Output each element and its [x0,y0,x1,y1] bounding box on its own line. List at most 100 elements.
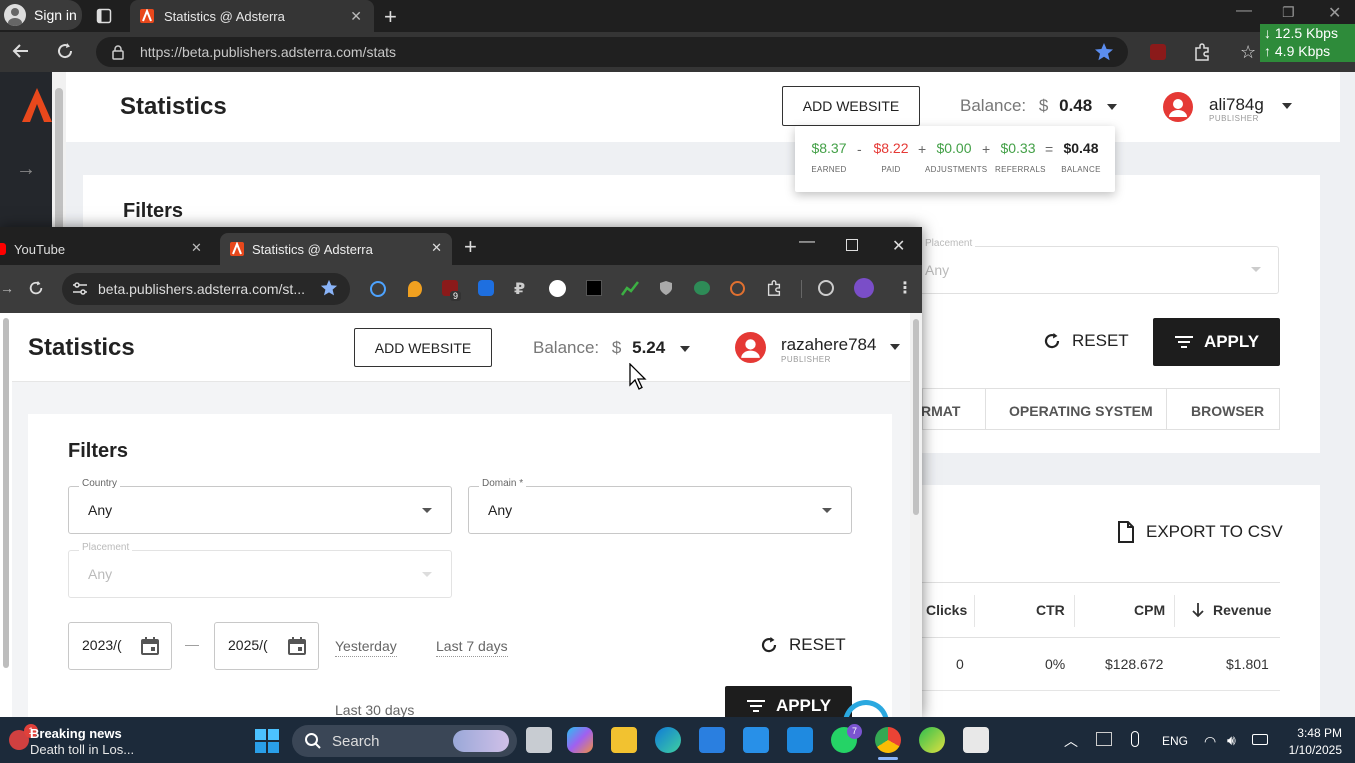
reload-icon[interactable] [56,42,74,60]
tab-operating-system[interactable]: OPERATING SYSTEM [1009,403,1153,419]
extension-shield-icon[interactable] [659,280,673,296]
store-icon[interactable] [699,727,725,753]
front-address-bar[interactable]: beta.publishers.adsterra.com/st... [62,273,350,305]
new-tab-icon[interactable]: + [384,4,397,30]
quick-last-7-days[interactable]: Last 7 days [436,638,508,657]
close-window-icon[interactable]: ✕ [1328,3,1341,23]
front-username[interactable]: razahere784 [781,335,876,355]
tab-browser[interactable]: BROWSER [1191,403,1264,419]
minimize-icon[interactable]: — [799,233,815,251]
reading-list-icon[interactable]: ☆ [1240,42,1256,63]
th-cpm[interactable]: CPM [1134,602,1165,618]
sort-desc-icon[interactable] [1192,602,1204,618]
back-add-website-button[interactable]: ADD WEBSITE [782,86,920,126]
show-hidden-icons-chevron[interactable]: ︿ [1064,731,1078,751]
news-title[interactable]: Breaking news [30,726,122,741]
extension-p-icon[interactable]: ₽ [514,279,525,299]
extension-globe-icon[interactable] [370,281,386,297]
front-reset-button[interactable]: RESET [759,635,846,655]
tab-format[interactable]: RMAT [921,403,960,419]
performance-icon[interactable] [818,280,834,296]
th-revenue[interactable]: Revenue [1213,602,1271,618]
chrome-icon[interactable] [875,727,901,753]
ublock-extension-icon[interactable] [1150,44,1166,60]
news-subtitle[interactable]: Death toll in Los... [30,742,134,757]
profile-avatar-icon[interactable] [854,278,874,298]
tab-search-icon[interactable] [96,8,112,24]
domain-select[interactable] [468,486,852,534]
back-avatar[interactable] [1163,92,1193,122]
back-placement-select[interactable] [917,246,1279,294]
clock-time[interactable]: 3:48 PM [1296,726,1342,740]
close-tab-icon[interactable]: ✕ [431,240,442,256]
app-screen-icon[interactable] [963,727,989,753]
calendar-icon[interactable] [287,636,307,656]
back-username[interactable]: ali784g [1209,95,1264,115]
expand-sidebar-icon[interactable]: → [16,158,36,181]
front-left-scrollbar[interactable] [0,313,12,717]
back-apply-button[interactable]: APPLY [1153,318,1280,366]
restore-icon[interactable]: ❐ [1282,4,1295,21]
export-csv-button[interactable]: EXPORT TO CSV [1116,521,1283,543]
wifi-icon[interactable]: ◠ [1204,733,1216,750]
notepad-icon[interactable] [787,727,813,753]
front-avatar[interactable] [735,332,766,363]
calendar-icon[interactable] [140,636,160,656]
close-tab-icon[interactable]: ✕ [350,8,362,25]
bookmark-star-icon[interactable] [1094,42,1114,62]
sign-in-button[interactable]: Sign in [0,0,82,30]
microphone-icon[interactable] [1131,731,1139,747]
copilot-icon[interactable] [567,727,593,753]
back-arrow-icon[interactable] [12,42,30,60]
close-window-icon[interactable]: ✕ [892,236,905,256]
battery-icon[interactable] [1252,734,1268,745]
taskbar-search[interactable]: Search [292,725,517,757]
language-indicator[interactable]: ENG [1162,734,1188,748]
date-from-input[interactable]: 2023/( [68,622,172,670]
monitor-app-icon[interactable] [743,727,769,753]
extension-orange-icon[interactable] [408,281,422,297]
maximize-icon[interactable] [846,239,858,251]
front-scrollbar[interactable] [910,313,922,717]
user-menu-chevron-icon[interactable] [1282,103,1292,109]
extension-green-icon[interactable] [694,281,710,295]
extension-slash-icon[interactable] [586,280,602,296]
extension-blue-icon[interactable] [478,280,494,296]
extensions-puzzle-icon[interactable] [1192,42,1212,62]
volume-icon[interactable]: 🔊︎ [1227,732,1236,749]
close-tab-icon[interactable]: ✕ [191,240,202,256]
bookmark-star-icon[interactable] [320,279,338,297]
date-to-input[interactable]: 2025/( [214,622,319,670]
back-balance-dropdown[interactable]: Balance: $ 0.48 [960,96,1117,116]
country-select[interactable] [68,486,452,534]
front-add-website-button[interactable]: ADD WEBSITE [354,328,492,367]
extensions-puzzle-icon[interactable] [765,279,783,297]
th-ctr[interactable]: CTR [1036,602,1065,618]
quick-yesterday[interactable]: Yesterday [335,638,397,657]
user-menu-chevron-icon[interactable] [890,344,900,350]
reload-icon[interactable] [28,280,44,296]
back-address-bar[interactable]: https://beta.publishers.adsterra.com/sta… [96,37,1128,67]
app-globe-icon[interactable] [919,727,945,753]
forward-arrow-icon[interactable]: → [0,280,14,296]
clock-date[interactable]: 1/10/2025 [1282,743,1342,757]
edge-icon[interactable] [655,727,681,753]
new-tab-icon[interactable]: + [464,234,477,260]
site-info-icon[interactable] [110,44,126,60]
task-view-icon[interactable] [526,727,552,753]
front-tab-statistics[interactable]: Statistics @ Adsterra ✕ [220,233,452,265]
placement-select[interactable] [68,550,452,598]
minimize-icon[interactable]: — [1236,2,1252,20]
th-clicks[interactable]: Clicks [926,602,967,618]
windows-start-icon[interactable] [255,729,279,753]
site-settings-icon[interactable] [72,282,88,296]
extension-white-icon[interactable] [549,280,566,297]
tray-device-icon[interactable] [1096,732,1112,746]
back-reset-button[interactable]: RESET [1042,331,1129,351]
file-explorer-icon[interactable] [611,727,637,753]
extension-chart-icon[interactable] [621,280,639,296]
back-tab-statistics[interactable]: Statistics @ Adsterra ✕ [130,0,374,32]
front-balance-dropdown[interactable]: Balance: $ 5.24 [533,338,690,358]
kebab-menu-icon[interactable]: ⋮ [897,278,913,298]
front-tab-youtube[interactable]: YouTube ✕ [0,234,210,264]
